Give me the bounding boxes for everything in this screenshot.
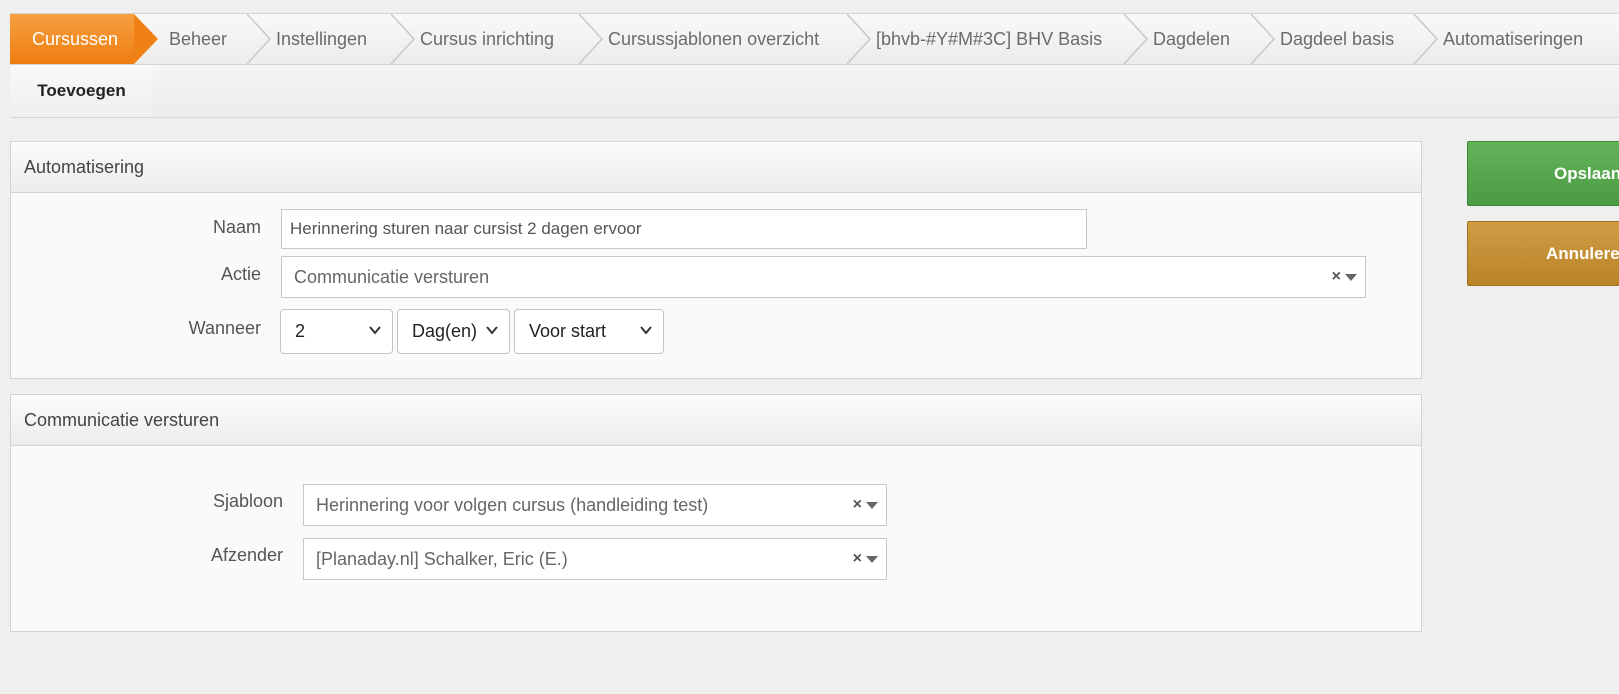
breadcrumb-item-instellingen[interactable]: Instellingen (246, 14, 368, 64)
breadcrumb-arrow-icon (134, 14, 158, 64)
sjabloon-select[interactable]: Herinnering voor volgen cursus (handleid… (303, 484, 887, 526)
breadcrumb: Cursussen Beheer Instellingen Cursus inr… (10, 13, 1619, 65)
breadcrumb-separator-icon (1123, 14, 1149, 64)
breadcrumb-label: Beheer (169, 28, 228, 49)
sjabloon-select-value: Herinnering voor volgen cursus (handleid… (316, 494, 709, 515)
naam-label: Naam (212, 217, 261, 237)
breadcrumb-label: Cursussjablonen overzicht (608, 28, 820, 49)
wanneer-amount-select[interactable]: 2 (280, 309, 393, 354)
communication-panel: Communicatie versturen Sjabloon Herinner… (10, 394, 1422, 632)
caret-down-icon (1345, 274, 1357, 281)
wanneer-label: Wanneer (188, 318, 261, 338)
caret-down-icon (866, 502, 878, 509)
clear-icon[interactable]: × (1332, 268, 1341, 286)
breadcrumb-label: [bhvb-#Y#M#3C] BHV Basis (876, 28, 1103, 49)
clear-icon[interactable]: × (853, 550, 862, 568)
cancel-button[interactable]: Annuleren (1467, 221, 1619, 286)
breadcrumb-label: Automatiseringen (1443, 28, 1584, 49)
chevron-down-icon (486, 326, 498, 335)
wanneer-amount-value: 2 (295, 321, 306, 341)
breadcrumb-label: Cursus inrichting (420, 28, 555, 49)
save-button[interactable]: Opslaan (1467, 141, 1619, 206)
panel-title: Communicatie versturen (11, 395, 1421, 446)
actie-select-value: Communicatie versturen (294, 266, 490, 287)
wanneer-relative-value: Voor start (529, 321, 607, 341)
breadcrumb-item-cursus-inrichting[interactable]: Cursus inrichting (390, 14, 555, 64)
breadcrumb-label: Dagdelen (1153, 28, 1231, 49)
panel-title: Automatisering (11, 142, 1421, 193)
breadcrumb-item-bhv-basis[interactable]: [bhvb-#Y#M#3C] BHV Basis (846, 14, 1103, 64)
chevron-down-icon (369, 326, 381, 335)
breadcrumb-item-automatiseringen[interactable]: Automatiseringen (1413, 14, 1584, 64)
automation-panel: Automatisering Naam Herinnering sturen n… (10, 141, 1422, 379)
caret-down-icon (866, 556, 878, 563)
actie-label: Actie (220, 264, 261, 284)
breadcrumb-label: Dagdeel basis (1280, 28, 1395, 49)
sjabloon-label: Sjabloon (212, 491, 283, 511)
breadcrumb-separator-icon (246, 14, 272, 64)
breadcrumb-separator-icon (578, 14, 604, 64)
breadcrumb-item-cursussjablonen-overzicht[interactable]: Cursussjablonen overzicht (578, 14, 820, 64)
breadcrumb-separator-icon (1250, 14, 1276, 64)
naam-field[interactable]: Herinnering sturen naar cursist 2 dagen … (281, 209, 1087, 249)
breadcrumb-label: Instellingen (276, 28, 368, 49)
breadcrumb-label: Cursussen (32, 28, 119, 49)
clear-icon[interactable]: × (853, 496, 862, 514)
breadcrumb-item-dagdeel-basis[interactable]: Dagdeel basis (1250, 14, 1395, 64)
breadcrumb-item-dagdelen[interactable]: Dagdelen (1123, 14, 1231, 64)
afzender-label: Afzender (210, 545, 283, 565)
wanneer-unit-value: Dag(en) (412, 321, 478, 341)
breadcrumb-separator-icon (1413, 14, 1439, 64)
subnav: Toevoegen (10, 65, 1619, 118)
breadcrumb-item-beheer[interactable]: Beheer (169, 14, 227, 64)
afzender-select[interactable]: [Planaday.nl] Schalker, Eric (E.) × (303, 538, 887, 580)
wanneer-unit-select[interactable]: Dag(en) (397, 309, 510, 354)
breadcrumb-item-cursussen[interactable]: Cursussen (10, 14, 158, 64)
breadcrumb-separator-icon (846, 14, 872, 64)
actie-select[interactable]: Communicatie versturen × (281, 256, 1366, 298)
afzender-select-value: [Planaday.nl] Schalker, Eric (E.) (316, 548, 568, 569)
breadcrumb-separator-icon (390, 14, 416, 64)
tab-toevoegen[interactable]: Toevoegen (10, 65, 153, 116)
wanneer-relative-select[interactable]: Voor start (514, 309, 664, 354)
chevron-down-icon (640, 326, 652, 335)
